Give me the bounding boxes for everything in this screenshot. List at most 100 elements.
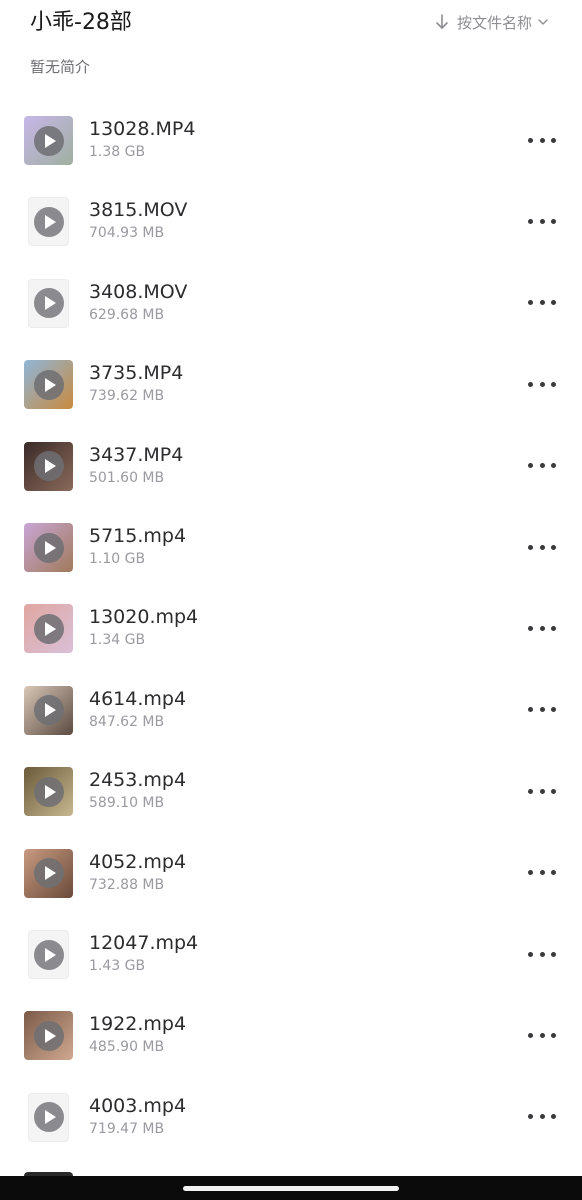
folder-description: 暂无简介	[30, 58, 91, 76]
video-thumbnail[interactable]	[24, 441, 73, 491]
video-thumbnail[interactable]	[24, 685, 73, 735]
sort-dropdown[interactable]: 按文件名称	[435, 10, 548, 34]
video-thumbnail[interactable]	[24, 116, 73, 165]
play-icon	[33, 532, 64, 563]
file-row[interactable]: 3408.MOV 629.68 MB	[0, 263, 582, 344]
file-row[interactable]: 3815.MOV 704.93 MB	[0, 181, 582, 262]
file-name: 1922.mp4	[89, 1013, 187, 1036]
more-horizontal-icon[interactable]	[528, 212, 556, 230]
video-thumbnail[interactable]	[24, 848, 73, 898]
file-size: 1.10 GB	[89, 551, 146, 567]
more-dot	[551, 544, 556, 550]
sort-label: 按文件名称	[456, 13, 532, 32]
file-row[interactable]: 2453.mp4 589.10 MB	[0, 751, 582, 832]
file-size: 739.62 MB	[89, 388, 165, 405]
more-horizontal-icon[interactable]	[528, 619, 556, 637]
more-horizontal-icon[interactable]	[528, 457, 556, 475]
play-icon	[33, 369, 64, 400]
more-dot	[528, 463, 533, 469]
more-dot	[539, 463, 545, 469]
file-size: 485.90 MB	[89, 1039, 165, 1056]
file-name: 12047.mp4	[89, 932, 199, 954]
play-icon	[33, 776, 64, 807]
arrow-down-icon	[436, 14, 448, 29]
more-horizontal-icon[interactable]	[528, 1108, 556, 1126]
file-video-icon[interactable]	[28, 278, 69, 328]
video-thumbnail[interactable]	[24, 523, 73, 572]
more-dot	[551, 951, 556, 957]
file-video-icon[interactable]	[28, 197, 69, 247]
file-video-icon[interactable]	[28, 1092, 69, 1142]
chevron-down-icon	[538, 19, 548, 25]
more-horizontal-icon[interactable]	[528, 294, 556, 312]
more-dot	[539, 300, 545, 306]
file-list-screen: 小乖-28部 按文件名称 暂无简介 13028.MP4 1.38 GB 3815.M…	[0, 0, 582, 1200]
more-dot	[539, 218, 545, 224]
more-dot	[551, 1032, 556, 1038]
file-name: 3815.MOV	[89, 199, 188, 222]
more-dot	[551, 625, 556, 631]
more-dot	[551, 218, 556, 224]
file-name: 2453.mp4	[89, 769, 187, 792]
more-dot	[528, 707, 533, 713]
file-row[interactable]: 3735.MP4 739.62 MB	[0, 344, 582, 425]
more-dot	[528, 625, 533, 631]
video-thumbnail[interactable]	[24, 767, 73, 817]
more-horizontal-icon[interactable]	[528, 375, 556, 393]
file-row[interactable]: 13020.mp4 1.34 GB	[0, 588, 582, 669]
more-dot	[539, 707, 545, 713]
play-icon	[33, 206, 64, 237]
more-horizontal-icon[interactable]	[528, 782, 556, 800]
file-row[interactable]: 4003.mp4 719.47 MB	[0, 1077, 582, 1158]
play-icon	[33, 125, 64, 156]
file-size: 501.60 MB	[89, 469, 165, 486]
file-size: 847.62 MB	[89, 713, 165, 730]
more-dot	[539, 137, 545, 143]
more-dot	[528, 788, 533, 794]
file-name: 3408.MOV	[89, 280, 188, 303]
more-dot	[539, 1032, 545, 1038]
file-size: 1.34 GB	[89, 632, 146, 649]
file-name: 3735.MP4	[89, 362, 184, 385]
file-row[interactable]: 13028.MP4 1.38 GB	[0, 100, 582, 181]
more-dot	[551, 137, 556, 143]
more-dot	[528, 870, 533, 876]
home-indicator[interactable]	[183, 1186, 399, 1191]
more-horizontal-icon[interactable]	[528, 701, 556, 719]
more-dot	[551, 1114, 556, 1120]
file-row[interactable]: 12047.mp4 1.43 GB	[0, 914, 582, 995]
file-row[interactable]: 1922.mp4 485.90 MB	[0, 995, 582, 1076]
file-video-icon[interactable]	[28, 930, 69, 979]
file-name: 4614.mp4	[89, 687, 187, 710]
more-dot	[539, 1114, 545, 1120]
more-dot	[539, 544, 545, 550]
video-thumbnail[interactable]	[24, 1011, 73, 1061]
file-size: 719.47 MB	[89, 1120, 165, 1137]
more-dot	[539, 951, 545, 957]
more-horizontal-icon[interactable]	[528, 945, 556, 963]
play-icon	[33, 613, 64, 644]
more-horizontal-icon[interactable]	[528, 538, 556, 556]
file-name: 13028.MP4	[89, 118, 196, 140]
more-dot	[539, 381, 545, 387]
more-dot	[551, 707, 556, 713]
more-dot	[551, 788, 556, 794]
file-row[interactable]: 4614.mp4 847.62 MB	[0, 670, 582, 751]
video-thumbnail[interactable]	[24, 360, 73, 410]
more-dot	[551, 463, 556, 469]
file-row[interactable]: 5715.mp4 1.10 GB	[0, 507, 582, 588]
file-size: 589.10 MB	[89, 795, 165, 812]
more-dot	[551, 381, 556, 387]
more-horizontal-icon[interactable]	[528, 864, 556, 882]
more-horizontal-icon[interactable]	[528, 1026, 556, 1044]
more-horizontal-icon[interactable]	[528, 131, 556, 149]
file-row[interactable]: 3437.MP4 501.60 MB	[0, 426, 582, 507]
file-name: 3437.MP4	[89, 443, 184, 466]
file-size: 1.38 GB	[89, 144, 146, 160]
more-dot	[551, 300, 556, 306]
file-row[interactable]: 4052.mp4 732.88 MB	[0, 833, 582, 914]
more-dot	[528, 544, 533, 550]
play-icon	[33, 1102, 64, 1133]
video-thumbnail[interactable]	[24, 604, 73, 654]
header: 小乖-28部 按文件名称 暂无简介	[0, 0, 582, 90]
